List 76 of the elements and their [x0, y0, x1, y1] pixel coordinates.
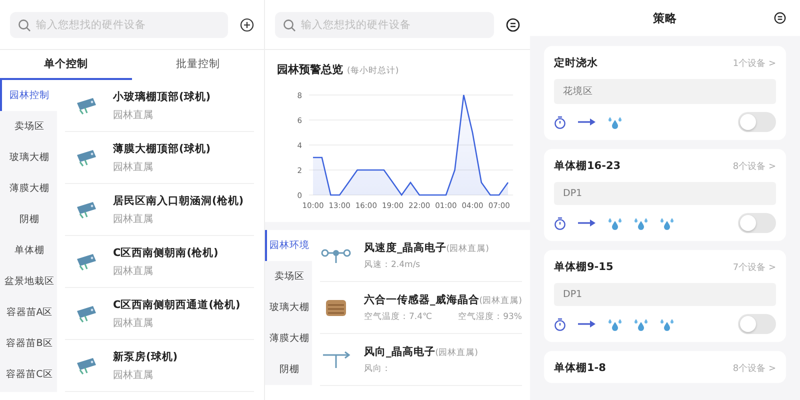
- sensor-reading: 空气湿度：93%: [458, 310, 522, 322]
- device-name: 新泵房(球机): [113, 350, 178, 364]
- sidebar-item[interactable]: 卖场区: [265, 261, 312, 292]
- chart-title: 园林预警总览 (每小时总计): [277, 62, 400, 77]
- camera-icon: [75, 356, 99, 374]
- device-owner: 园林直属: [113, 264, 154, 278]
- device-owner: 园林直属: [113, 368, 154, 382]
- device-name: 小玻璃棚顶部(球机): [113, 90, 211, 104]
- area-label: 花境区: [554, 79, 776, 104]
- filter-icon[interactable]: [506, 18, 520, 32]
- sensor-owner: (园林直属): [435, 348, 478, 358]
- camera-icon: [75, 96, 99, 114]
- sensor-name: 风向_晶高电子(园林直属): [364, 344, 478, 358]
- sensor-box-icon: [325, 298, 348, 316]
- device-item[interactable]: 居民区南入口朝涵洞(枪机) 园林直属: [65, 184, 254, 236]
- chart-subtitle: (每小时总计): [347, 66, 399, 76]
- sensor-name: 六合一传感器_威海晶合(园林直属): [364, 292, 522, 306]
- camera-icon: [75, 200, 99, 218]
- device-owner: 园林直属: [113, 160, 154, 174]
- device-owner: 园林直属: [113, 108, 154, 122]
- camera-icon: [75, 252, 99, 270]
- search-field[interactable]: 输入您想找的硬件设备: [275, 12, 494, 38]
- toggle-switch[interactable]: [738, 112, 776, 132]
- search-field[interactable]: 输入您想找的硬件设备: [10, 12, 228, 38]
- camera-icon: [75, 148, 99, 166]
- timer-icon: [554, 116, 566, 128]
- area-label: DP1: [554, 283, 776, 306]
- strategy-name: 单体棚16-23: [554, 159, 621, 173]
- device-owner: 园林直属: [113, 212, 154, 226]
- water-drops-icon: [608, 216, 622, 230]
- water-drops-icon: [660, 318, 674, 330]
- device-name: 薄膜大棚顶部(球机): [113, 142, 211, 156]
- sidebar-item[interactable]: 阴棚: [265, 354, 312, 385]
- device-item[interactable]: C区西南侧朝南(枪机) 园林直属: [65, 236, 254, 288]
- sensor-item[interactable]: 风速度_晶高电子(园林直属) 风速：2.4m/s: [320, 230, 522, 282]
- device-name: C区西南侧朝南(枪机): [113, 246, 218, 260]
- camera-icon: [75, 304, 99, 322]
- sidebar-item[interactable]: 园林控制: [0, 80, 57, 111]
- strategy-name: 单体棚1-8: [554, 361, 606, 375]
- menu-icon[interactable]: [774, 12, 786, 24]
- device-name: 居民区南入口朝涵洞(枪机): [113, 194, 244, 208]
- sidebar-item[interactable]: 薄膜大棚: [265, 323, 312, 354]
- water-drops-icon: [660, 216, 674, 230]
- sensor-owner: (园林直属): [479, 296, 522, 306]
- device-item[interactable]: 新泵房(球机) 园林直属: [65, 340, 254, 392]
- water-drops-icon: [634, 318, 648, 330]
- sensor-owner: (园林直属): [446, 244, 489, 254]
- arrow-icon: [578, 219, 596, 227]
- arrow-icon: [578, 118, 596, 126]
- water-drops-icon: [608, 318, 622, 330]
- device-item[interactable]: 小玻璃棚顶部(球机) 园林直属: [65, 80, 254, 132]
- arrow-icon: [578, 320, 596, 328]
- sensor-reading: 风速：2.4m/s: [364, 258, 420, 270]
- sidebar-item[interactable]: 玻璃大棚: [265, 292, 312, 323]
- device-item[interactable]: 薄膜大棚顶部(球机) 园林直属: [65, 132, 254, 184]
- panel-title: 策略: [653, 10, 677, 26]
- sensor-name: 风速度_晶高电子(园林直属): [364, 240, 489, 254]
- device-owner: 园林直属: [113, 316, 154, 330]
- timer-icon: [554, 318, 566, 330]
- water-drops-icon: [634, 216, 648, 230]
- toggle-switch[interactable]: [738, 213, 776, 233]
- water-drops-icon: [608, 116, 622, 128]
- sensor-reading: 空气温度：7.4℃: [364, 310, 432, 322]
- timer-icon: [554, 216, 566, 230]
- area-label: DP1: [554, 182, 776, 205]
- sensor-item[interactable]: 风向_晶高电子(园林直属) 风向：: [320, 334, 522, 386]
- device-item[interactable]: C区西南侧朝西通道(枪机) 园林直属: [65, 288, 254, 340]
- strategy-name: 定时浇水: [554, 56, 598, 70]
- add-icon[interactable]: [240, 18, 254, 32]
- toggle-switch[interactable]: [738, 314, 776, 334]
- device-name: C区西南侧朝西通道(枪机): [113, 298, 240, 312]
- wind-vane-icon: [321, 350, 352, 368]
- sensor-item[interactable]: 六合一传感器_威海晶合(园林直属) 空气温度：7.4℃ 空气湿度：93%: [320, 282, 522, 334]
- strategy-name: 单体棚9-15: [554, 260, 614, 274]
- wind-speed-icon: [321, 248, 352, 264]
- sensor-reading: 风向：: [364, 362, 392, 374]
